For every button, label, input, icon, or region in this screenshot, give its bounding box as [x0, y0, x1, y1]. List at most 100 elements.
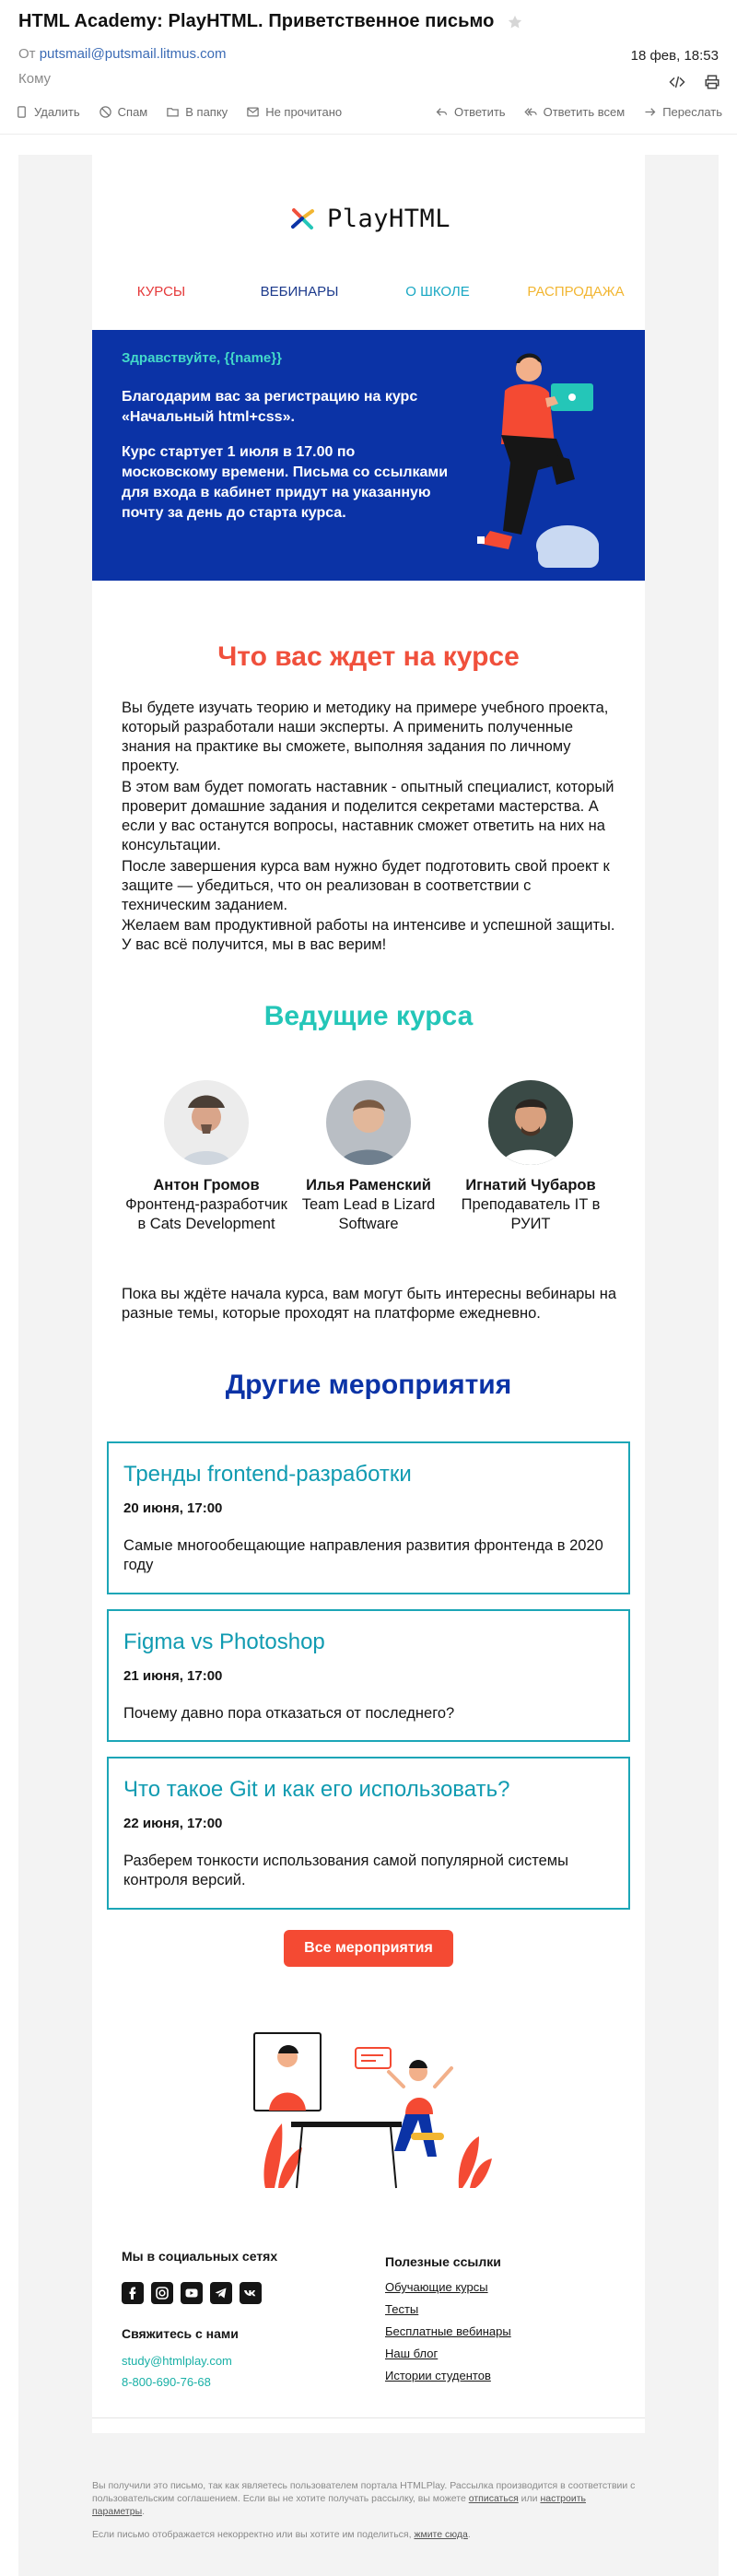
link-tests[interactable]: Тесты [385, 2302, 615, 2316]
spam-button[interactable]: Спам [99, 105, 147, 119]
hero-text-1: Благодарим вас за регистрацию на курс «Н… [122, 389, 418, 425]
all-events-button[interactable]: Все мероприятия [284, 1930, 453, 1967]
logo-icon [290, 208, 314, 229]
course-paragraph-4: Желаем вам продуктивной работы на интенс… [122, 917, 615, 953]
header-actions [669, 74, 720, 90]
teacher-role: Team Lead в Lizard Software [301, 1196, 436, 1232]
link-courses[interactable]: Обучающие курсы [385, 2280, 615, 2294]
spam-icon [99, 105, 111, 118]
event-description: Разберем тонкости использования самой по… [123, 1853, 568, 1888]
reply-icon [436, 107, 448, 116]
print-icon[interactable] [704, 74, 720, 90]
mail-date: 18 фев, 18:53 [630, 48, 719, 64]
from-row: От putsmail@putsmail.litmus.com [18, 46, 227, 62]
unread-label: Не прочитано [265, 104, 343, 119]
links-title: Полезные ссылки [385, 2254, 501, 2269]
folder-icon [167, 107, 179, 116]
footer-divider [92, 2417, 645, 2418]
footer-social: Мы в социальных сетях Свяжитесь с нами s… [122, 2249, 361, 2389]
trash-icon [18, 105, 26, 118]
hero-illustration [477, 353, 599, 568]
from-address[interactable]: putsmail@putsmail.litmus.com [40, 46, 227, 62]
event-date: 20 июня, 17:00 [123, 1500, 223, 1516]
event-title[interactable]: Что такое Git и как его использовать? [123, 1777, 614, 1803]
logo-text: PlayHTML [326, 204, 451, 233]
event-card[interactable]: Figma vs Photoshop 21 июня, 17:00 Почему… [107, 1609, 630, 1742]
link-student-stories[interactable]: Истории студентов [385, 2369, 615, 2382]
forward-label: Переслать [662, 104, 722, 119]
event-date: 21 июня, 17:00 [123, 1668, 223, 1684]
hero-greeting: Здравствуйте, {{name}} [122, 350, 282, 366]
header-divider [0, 134, 737, 135]
teacher-role: Преподаватель IT в РУИТ [461, 1196, 601, 1232]
event-description: Самые многообещающие направления развити… [123, 1537, 603, 1573]
hero-text-2: Курс стартует 1 июля в 17.00 по московск… [122, 444, 449, 521]
move-to-folder-button[interactable]: В папку [166, 105, 228, 119]
telegram-icon[interactable] [210, 2282, 232, 2304]
email-canvas: PlayHTML КУРСЫ ВЕБИНАРЫ О ШКОЛЕ РАСПРОДА… [18, 155, 719, 2576]
event-title[interactable]: Тренды frontend-разработки [123, 1462, 614, 1488]
link-free-webinars[interactable]: Бесплатные вебинары [385, 2324, 615, 2338]
contact-email[interactable]: study@htmlplay.com [122, 2354, 361, 2368]
nav-courses[interactable]: КУРСЫ [92, 284, 230, 300]
reply-all-button[interactable]: Ответить всем [523, 105, 625, 119]
reply-button[interactable]: Ответить [435, 105, 506, 119]
course-paragraph-2: В этом вам будет помогать наставник - оп… [122, 779, 614, 853]
link-blog[interactable]: Наш блог [385, 2347, 615, 2360]
event-card[interactable]: Тренды frontend-разработки 20 июня, 17:0… [107, 1441, 630, 1594]
subject-row: HTML Academy: PlayHTML. Приветственное п… [18, 11, 523, 32]
view-online-text: Если письмо отображается некорректно или… [92, 2529, 415, 2540]
legal-or: или [518, 2493, 541, 2504]
teacher-card: Игнатий Чубаров Преподаватель IT в РУИТ [450, 1080, 612, 1234]
footer-illustration [253, 2032, 492, 2189]
reply-actions: Ответить Ответить всем Переслать [416, 105, 722, 119]
vk-icon[interactable] [240, 2282, 262, 2304]
delete-button[interactable]: Удалить [15, 105, 80, 119]
teacher-card: Антон Громов Фронтенд-разработчик в Cats… [125, 1080, 287, 1234]
social-icons [122, 2282, 361, 2304]
social-title: Мы в социальных сетях [122, 2249, 278, 2264]
hero-banner: Здравствуйте, {{name}} Благодарим вас за… [92, 330, 645, 581]
view-online-notice: Если письмо отображается некорректно или… [92, 2529, 636, 2540]
facebook-icon[interactable] [122, 2282, 144, 2304]
delete-label: Удалить [34, 104, 80, 119]
avatar [164, 1080, 249, 1165]
event-date: 22 июня, 17:00 [123, 1816, 223, 1831]
instagram-icon[interactable] [151, 2282, 173, 2304]
forward-button[interactable]: Переслать [643, 105, 722, 119]
nav-webinars[interactable]: ВЕБИНАРЫ [230, 284, 368, 300]
youtube-icon[interactable] [181, 2282, 203, 2304]
nav-about[interactable]: О ШКОЛЕ [368, 284, 507, 300]
mail-toolbar: Удалить Спам В папку Не прочитано Ответи… [15, 100, 722, 124]
course-paragraph-1: Вы будете изучать теорию и методику на п… [122, 700, 609, 774]
unsubscribe-link[interactable]: отписаться [469, 2493, 519, 2504]
mail-subject: HTML Academy: PlayHTML. Приветственное п… [18, 11, 495, 31]
teacher-name: Антон Громов [153, 1177, 260, 1194]
legal-dot: . [142, 2506, 146, 2517]
nav-sale[interactable]: РАСПРОДАЖА [507, 284, 645, 300]
event-card[interactable]: Что такое Git и как его использовать? 22… [107, 1757, 630, 1910]
from-label: От [18, 46, 36, 62]
logo[interactable]: PlayHTML [92, 203, 645, 234]
contact-phone[interactable]: 8-800-690-76-68 [122, 2375, 361, 2389]
event-description: Почему давно пора отказаться от последне… [123, 1705, 455, 1722]
reply-label: Ответить [454, 104, 506, 119]
teacher-card: Илья Раменский Team Lead в Lizard Softwa… [287, 1080, 450, 1234]
events-title: Другие мероприятия [225, 1370, 512, 1400]
course-title: Что вас ждет на курсе [217, 641, 520, 672]
teacher-name: Илья Раменский [306, 1177, 431, 1194]
contact-title: Свяжитесь с нами [122, 2326, 239, 2341]
view-online-link[interactable]: жмите сюда [414, 2529, 467, 2540]
email-card: PlayHTML КУРСЫ ВЕБИНАРЫ О ШКОЛЕ РАСПРОДА… [92, 155, 645, 2433]
mark-unread-button[interactable]: Не прочитано [246, 105, 342, 119]
event-title[interactable]: Figma vs Photoshop [123, 1629, 614, 1655]
teacher-role: Фронтенд-разработчик в Cats Development [125, 1196, 287, 1232]
forward-icon [645, 107, 656, 116]
footer-links: Полезные ссылки Обучающие курсы Тесты Бе… [385, 2249, 615, 2382]
code-icon[interactable] [669, 74, 685, 90]
star-icon[interactable] [507, 14, 523, 30]
email-nav: КУРСЫ ВЕБИНАРЫ О ШКОЛЕ РАСПРОДАЖА [92, 284, 645, 300]
legal-notice: Вы получили это письмо, так как являетес… [92, 2479, 636, 2518]
teachers-list: Антон Громов Фронтенд-разработчик в Cats… [92, 1080, 645, 1234]
avatar [488, 1080, 573, 1165]
